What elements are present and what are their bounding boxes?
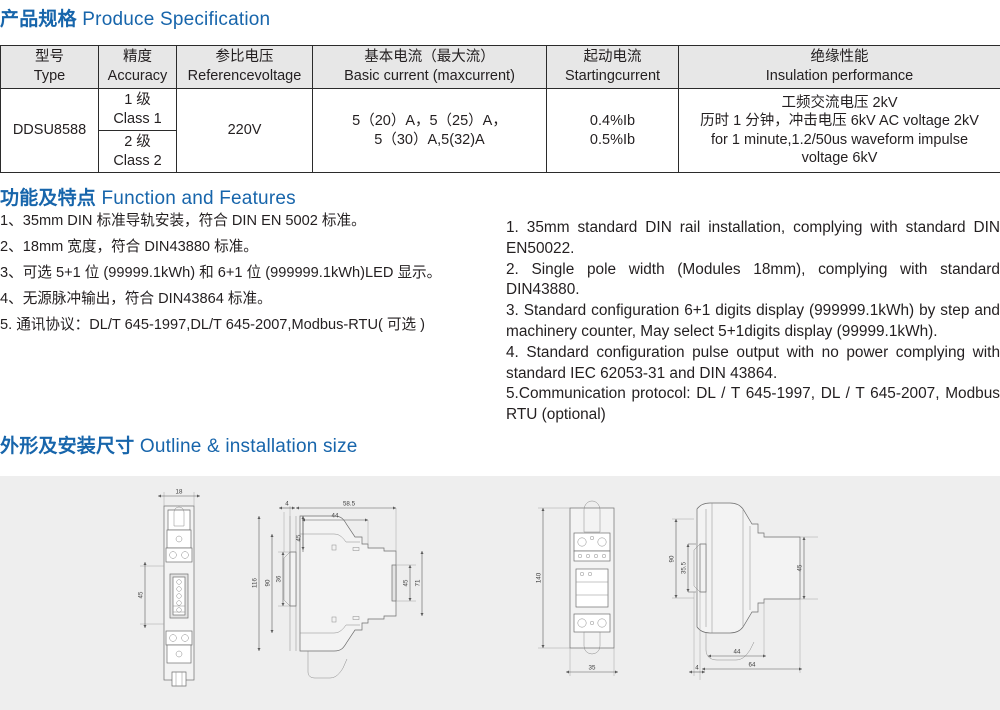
dimension-label-44: 44 — [734, 649, 741, 656]
column-header-insulation-performance: 绝缘性能 Insulation performance — [678, 45, 1000, 89]
specification-table-container: 型号 Type 精度 Accuracy 参比电压 Referencevoltag… — [0, 45, 1000, 174]
drawing-view-1-front-narrow: 18 45 — [138, 489, 200, 687]
dimension-label-35: 35 — [589, 665, 596, 672]
features-list-chinese: 1、35mm DIN 标准导轨安装，符合 DIN EN 5002 标准。 2、1… — [0, 214, 492, 344]
dimension-label-58-5: 58.5 — [343, 501, 356, 508]
dimension-label-18: 18 — [176, 489, 183, 496]
page-title-function-cn: 功能及特点 — [0, 188, 97, 209]
list-item: 1、35mm DIN 标准导轨安装，符合 DIN EN 5002 标准。 — [0, 213, 366, 229]
page-title-specification-cn: 产品规格 — [0, 9, 77, 30]
column-header-starting-current: 起动电流 Startingcurrent — [546, 45, 679, 89]
dimension-label-45: 45 — [138, 591, 145, 598]
list-item: 3. Standard configuration 6+1 digits dis… — [506, 302, 1000, 340]
page-title-specification-en: Produce Specification — [82, 9, 271, 30]
drawing-view-2-side-profile: 4 58.5 44 116 90 36 45 45 71 — [252, 501, 424, 679]
dimension-label-90: 90 — [265, 579, 272, 586]
list-item: 5.Communication protocol: DL / T 645-199… — [506, 385, 1000, 424]
technical-drawings-panel: .ol { fill:#f3f3f3; stroke:#6e6e6e; stro… — [0, 476, 1000, 710]
cell-reference-voltage-value: 220V — [176, 87, 313, 174]
column-header-reference-voltage: 参比电压 Referencevoltage — [176, 45, 313, 89]
cell-basic-current-value: 5（20）A，5（25）A， 5（30）A,5(32)A — [312, 87, 547, 174]
dimension-label-45: 45 — [797, 564, 804, 571]
dimension-label-45-right: 45 — [403, 579, 410, 586]
list-item: 3、可选 5+1 位 (99999.1kWh) 和 6+1 位 (999999.… — [0, 265, 442, 282]
page-title-specification: 产品规格 Produce Specification — [0, 4, 270, 31]
dimension-label-44: 44 — [332, 513, 339, 520]
dimension-label-140: 140 — [536, 572, 543, 583]
cell-insulation-performance-value: 工频交流电压 2kV 历时 1 分钟，冲击电压 6kV AC voltage 2… — [678, 87, 1000, 174]
specification-table: 型号 Type 精度 Accuracy 参比电压 Referencevoltag… — [0, 45, 1000, 174]
drawing-view-3-front-wide: 140 35 — [536, 500, 618, 676]
list-item: 2、18mm 宽度，符合 DIN43880 标准。 — [0, 239, 258, 256]
cell-accuracy-class2: 2 级 Class 2 — [98, 130, 177, 174]
page-title-outline-cn: 外形及安装尺寸 — [0, 436, 135, 457]
features-list-english: 1. 35mm standard DIN rail installation, … — [506, 218, 1000, 426]
dimension-label-45-upper: 45 — [296, 534, 303, 541]
column-header-accuracy: 精度 Accuracy — [98, 45, 177, 89]
dimension-label-4: 4 — [695, 665, 699, 672]
list-item: 5. 通讯协议：DL/T 645-1997,DL/T 645-2007,Modb… — [0, 317, 426, 334]
list-item: 4、无源脉冲输出，符合 DIN43864 标准。 — [0, 291, 272, 308]
cell-type-value: DDSU8588 — [0, 87, 99, 174]
technical-drawings-svg: .ol { fill:#f3f3f3; stroke:#6e6e6e; stro… — [138, 489, 818, 687]
dimension-label-36: 36 — [276, 575, 283, 582]
list-item: 1. 35mm standard DIN rail installation, … — [506, 219, 1000, 257]
cell-accuracy-class1: 1 级 Class 1 — [98, 87, 177, 132]
list-item: 4. Standard configuration pulse output w… — [506, 343, 1000, 382]
table-header-row: 型号 Type 精度 Accuracy 参比电压 Referencevoltag… — [0, 45, 1000, 89]
dimension-label-4: 4 — [285, 501, 289, 508]
drawing-view-4-side-profile: 90 35.5 45 4 44 64 — [669, 502, 818, 680]
page-title-function-en: Function and Features — [101, 188, 296, 209]
dimension-label-64: 64 — [749, 662, 756, 669]
cell-starting-current-value: 0.4%Ib 0.5%Ib — [546, 87, 679, 174]
page-title-outline-en: Outline & installation size — [139, 436, 358, 457]
page-title-function-features: 功能及特点 Function and Features — [0, 183, 296, 210]
column-header-type: 型号 Type — [0, 45, 99, 89]
dimension-label-116: 116 — [252, 578, 259, 588]
dimension-label-71: 71 — [415, 579, 422, 586]
column-header-basic-current: 基本电流（最大流） Basic current (maxcurrent) — [312, 45, 547, 89]
dimension-label-90: 90 — [669, 555, 676, 562]
page-title-outline-installation: 外形及安装尺寸 Outline & installation size — [0, 431, 358, 458]
dimension-label-35-5: 35.5 — [681, 561, 688, 574]
list-item: 2. Single pole width (Modules 18mm), com… — [506, 260, 1000, 299]
table-row: DDSU8588 1 级 Class 1 220V 5（20）A，5（25）A，… — [0, 87, 1000, 174]
